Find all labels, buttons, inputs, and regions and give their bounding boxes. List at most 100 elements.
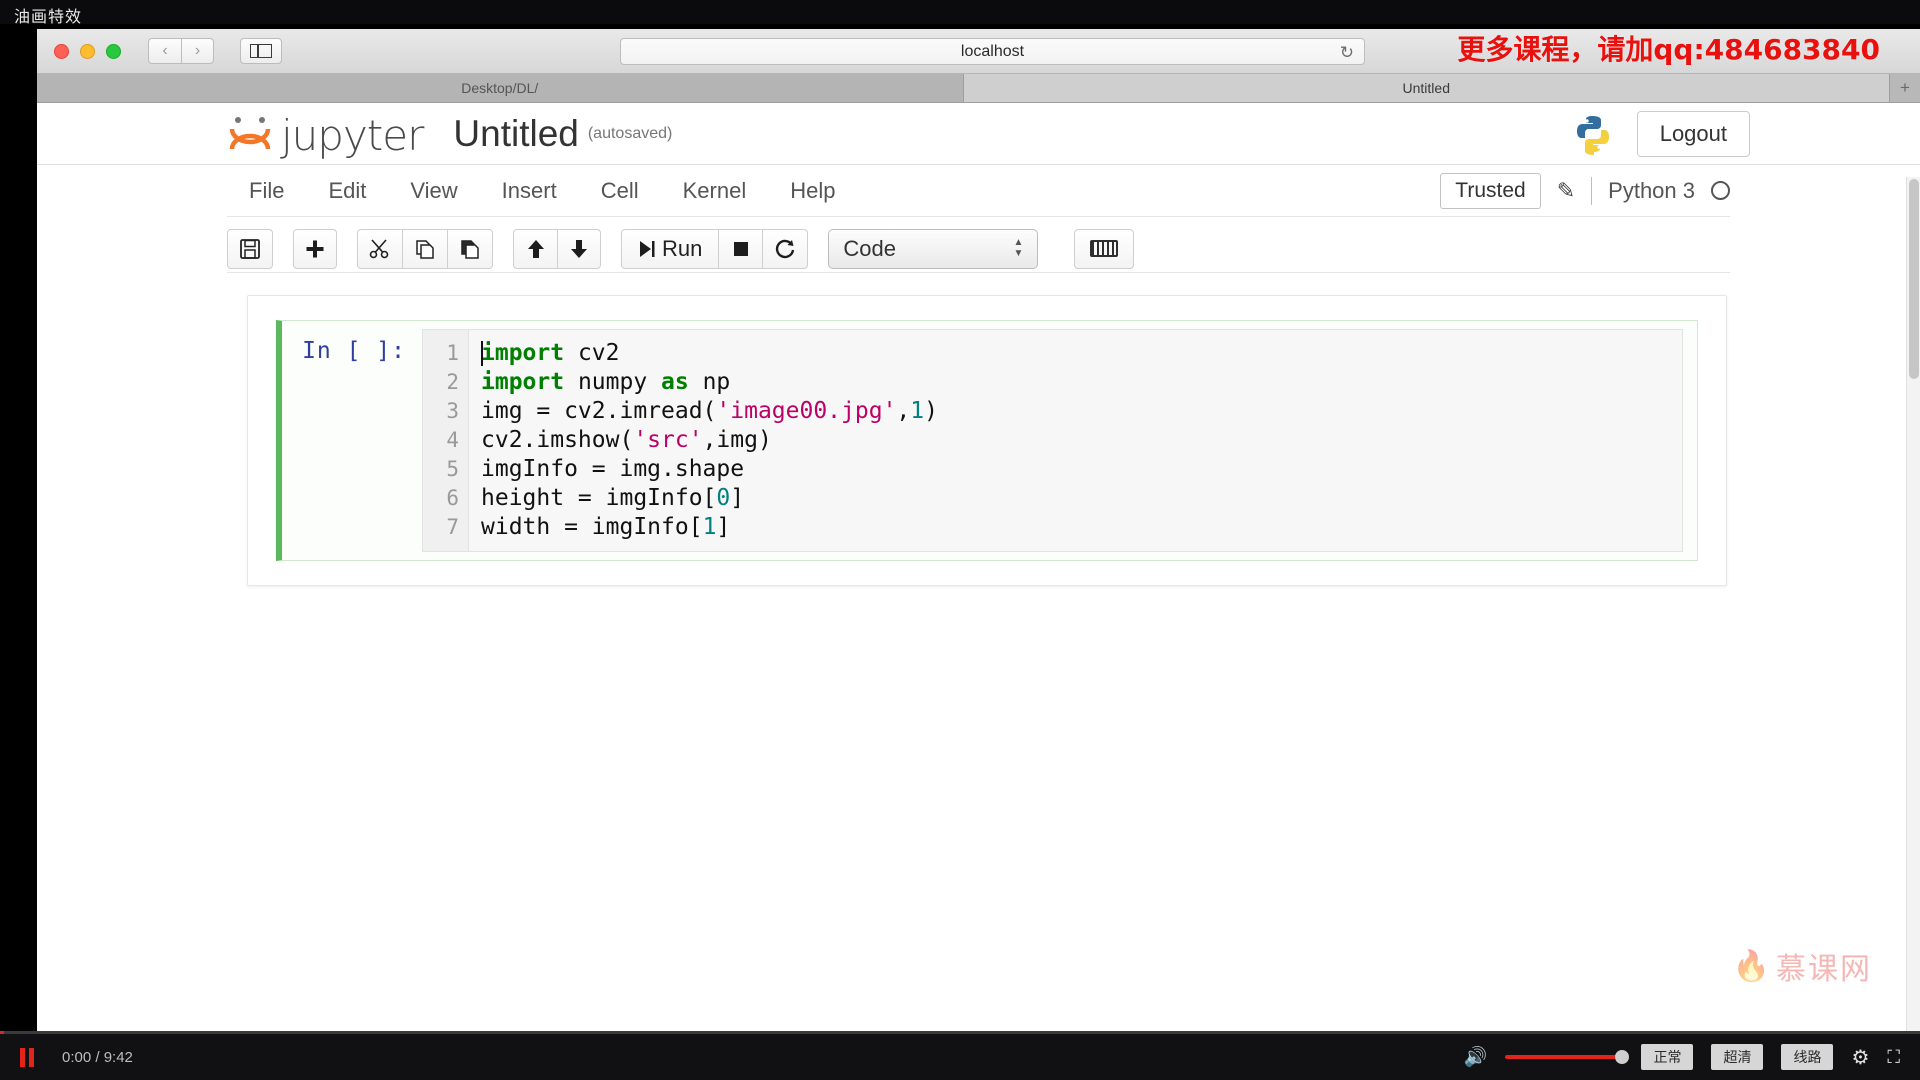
address-bar[interactable]: localhost ↻ (620, 38, 1365, 65)
paste-button[interactable] (447, 229, 493, 269)
restart-circular-arrow-icon (774, 238, 796, 260)
close-window-button[interactable] (54, 44, 69, 59)
menu-item-insert[interactable]: Insert (480, 165, 579, 217)
quality-button[interactable]: 超清 (1711, 1044, 1763, 1070)
code-token: ) (924, 398, 938, 424)
kernel-name: Python 3 (1608, 178, 1695, 204)
divider (1591, 177, 1592, 205)
flame-icon: 🔥 (1733, 949, 1770, 984)
video-time-display: 0:00 / 9:42 (62, 1049, 133, 1066)
code-cell[interactable]: In [ ]: 1 2 3 4 5 6 7 (276, 320, 1698, 561)
page-scrollbar[interactable] (1906, 177, 1920, 1047)
address-bar-url: localhost (961, 43, 1024, 61)
imooc-watermark: 🔥 慕课网 (1733, 944, 1872, 988)
gear-icon[interactable]: ⚙ (1851, 1045, 1869, 1070)
move-cell-up-button[interactable] (513, 229, 557, 269)
jupyter-logo-icon (227, 111, 273, 157)
restart-kernel-button[interactable] (762, 229, 808, 269)
python-logo-icon (1571, 112, 1615, 156)
browser-window: ‹ › localhost ↻ Desktop/DL/ Untitled + (37, 29, 1920, 1047)
floppy-disk-icon (239, 238, 261, 260)
browser-tab-untitled[interactable]: Untitled (964, 74, 1891, 102)
line-number: 1 (423, 339, 459, 368)
cell-type-select[interactable]: Code ▲▼ (828, 229, 1038, 269)
code-token: cv2 (564, 340, 619, 366)
logout-button[interactable]: Logout (1637, 111, 1750, 157)
autosave-status: (autosaved) (588, 125, 673, 143)
run-button-label: Run (662, 236, 702, 262)
cell-type-value: Code (843, 236, 896, 262)
menu-item-edit[interactable]: Edit (306, 165, 388, 217)
interrupt-kernel-button[interactable] (718, 229, 762, 269)
copy-icon (414, 238, 436, 260)
speaker-icon[interactable]: 🔊 (1464, 1045, 1488, 1069)
menu-item-view[interactable]: View (388, 165, 479, 217)
volume-slider-knob[interactable] (1615, 1050, 1629, 1064)
back-icon[interactable]: ‹ (148, 38, 181, 64)
line-number-gutter: 1 2 3 4 5 6 7 (423, 330, 469, 551)
notebook-container: In [ ]: 1 2 3 4 5 6 7 (247, 295, 1727, 586)
code-token: , (896, 398, 910, 424)
notebook-title[interactable]: Untitled (453, 115, 578, 152)
window-traffic-lights (54, 44, 121, 59)
browser-tab-bar: Desktop/DL/ Untitled + (37, 74, 1920, 103)
volume-slider[interactable] (1505, 1055, 1623, 1059)
trusted-badge[interactable]: Trusted (1440, 173, 1540, 209)
menu-item-kernel[interactable]: Kernel (661, 165, 769, 217)
minimize-window-button[interactable] (80, 44, 95, 59)
header-right-group: Logout (1571, 111, 1750, 157)
route-button[interactable]: 线路 (1781, 1044, 1833, 1070)
menu-item-help[interactable]: Help (768, 165, 857, 217)
video-controls-right: 🔊 正常 超清 线路 ⚙ ⛶ (1464, 1044, 1898, 1070)
menu-item-cell[interactable]: Cell (579, 165, 661, 217)
menu-item-file[interactable]: File (227, 165, 306, 217)
reload-icon[interactable]: ↻ (1340, 43, 1354, 63)
code-line: width = imgInfo[1] (481, 513, 1682, 542)
jupyter-menu-bar: File Edit View Insert Cell Kernel Help T… (227, 165, 1730, 217)
move-cell-down-button[interactable] (557, 229, 601, 269)
pause-icon[interactable] (6, 1048, 48, 1067)
code-token: cv2.imshow( (481, 427, 633, 453)
code-token: ] (716, 514, 730, 540)
browser-tab-desktop-dl[interactable]: Desktop/DL/ (37, 74, 964, 102)
new-tab-button[interactable]: + (1890, 74, 1920, 102)
code-token: ,img) (703, 427, 772, 453)
paste-icon (459, 238, 481, 260)
line-number: 2 (423, 368, 459, 397)
forward-icon[interactable]: › (181, 38, 214, 64)
line-number: 4 (423, 426, 459, 455)
line-number: 5 (423, 455, 459, 484)
code-token: 'image00.jpg' (716, 398, 896, 424)
cell-execution-prompt: In [ ]: (282, 329, 422, 552)
playback-speed-button[interactable]: 正常 (1641, 1044, 1693, 1070)
keyboard-shortcuts-button[interactable] (1074, 229, 1134, 269)
insert-cell-below-button[interactable] (293, 229, 337, 269)
fullscreen-icon[interactable]: ⛶ (1887, 1047, 1898, 1068)
video-player: 油画特效 ‹ › localhost ↻ (0, 0, 1920, 1080)
jupyter-wordmark: jupyter (281, 115, 423, 157)
code-token: width = imgInfo[ (481, 514, 703, 540)
run-button[interactable]: Run (621, 229, 718, 269)
video-stage: ‹ › localhost ↻ Desktop/DL/ Untitled + (0, 24, 1920, 1048)
code-line: import numpy as np (481, 368, 1682, 397)
insert-cell-group (293, 229, 337, 269)
arrow-up-icon (526, 238, 546, 260)
plus-icon (305, 239, 325, 259)
line-number: 7 (423, 513, 459, 542)
code-token: 1 (703, 514, 717, 540)
code-source-lines[interactable]: import cv2import numpy as npimg = cv2.im… (469, 330, 1682, 551)
save-button[interactable] (227, 229, 273, 269)
cut-button[interactable] (357, 229, 402, 269)
sidebar-icon[interactable] (240, 38, 282, 64)
kernel-idle-circle-icon (1711, 181, 1730, 200)
maximize-window-button[interactable] (106, 44, 121, 59)
code-token: 1 (910, 398, 924, 424)
jupyter-logo-area[interactable]: jupyter (227, 111, 423, 157)
page-scrollbar-thumb[interactable] (1909, 179, 1919, 379)
copy-button[interactable] (402, 229, 447, 269)
video-progress-bar[interactable] (0, 1031, 1920, 1034)
code-editor[interactable]: 1 2 3 4 5 6 7 import cv2import numpy as … (422, 329, 1683, 552)
jupyter-header: jupyter Untitled (autosaved) (37, 103, 1920, 165)
code-token: numpy (564, 369, 661, 395)
imooc-watermark-text: 慕课网 (1776, 944, 1872, 988)
